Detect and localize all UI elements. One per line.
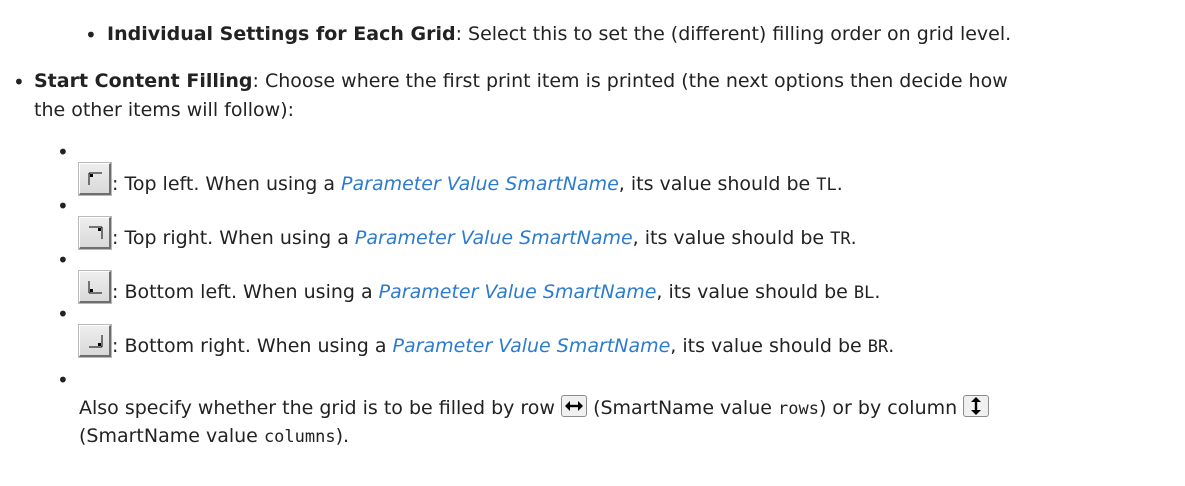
corner-mid: , its value should be: [670, 335, 868, 357]
horizontal-arrow-icon: [565, 401, 584, 411]
bullet: •: [57, 302, 69, 326]
individual-settings-item: Individual Settings for Each Grid: Selec…: [107, 22, 1011, 46]
corner-desc: : Bottom left. When using a: [112, 281, 379, 303]
parameter-value-smartname-link[interactable]: Parameter Value SmartName: [341, 173, 619, 195]
individual-settings-term: Individual Settings for Each Grid: [107, 23, 456, 45]
corner-value: BR: [867, 337, 889, 357]
fill-direction-text: Also specify whether the grid is to be f…: [79, 397, 555, 419]
start-content-filling-term: Start Content Filling: [34, 70, 253, 92]
corner-desc: : Bottom right. When using a: [112, 335, 393, 357]
bullet: •: [57, 248, 69, 272]
corner-option-top-right: : Top right. When using a Parameter Valu…: [112, 226, 857, 251]
fill-direction-item: Also specify whether the grid is to be f…: [79, 395, 990, 421]
corner-value: BL: [853, 283, 875, 303]
start-content-filling-desc-cont: the other items will follow):: [34, 99, 295, 121]
parameter-value-smartname-link[interactable]: Parameter Value SmartName: [393, 335, 671, 357]
parameter-value-smartname-link[interactable]: Parameter Value SmartName: [379, 281, 657, 303]
corner-end: .: [874, 281, 881, 303]
fill-direction-text: (SmartName value: [79, 425, 258, 447]
fill-by-column-button[interactable]: [963, 395, 990, 417]
individual-settings-desc: : Select this to set the (different) fil…: [455, 23, 1012, 45]
corner-option-bottom-left: : Bottom left. When using a Parameter Va…: [112, 280, 880, 305]
bottom-right-corner-icon: [89, 335, 103, 348]
bullet: •: [57, 368, 69, 392]
bullet: •: [57, 140, 69, 164]
corner-option-top-left: : Top left. When using a Parameter Value…: [112, 172, 843, 197]
fill-direction-text: ) or by column: [818, 397, 958, 419]
fill-by-row-button[interactable]: [561, 395, 588, 417]
bullet: •: [85, 23, 97, 47]
parameter-value-smartname-link[interactable]: Parameter Value SmartName: [355, 227, 633, 249]
vertical-arrow-icon: [971, 397, 982, 415]
corner-end: .: [850, 227, 857, 249]
corner-option-bottom-right: : Bottom right. When using a Parameter V…: [112, 334, 894, 359]
corner-value: TR: [830, 229, 851, 249]
bottom-right-corner-button[interactable]: [79, 325, 111, 357]
corner-mid: , its value should be: [656, 281, 854, 303]
bottom-left-corner-button[interactable]: [79, 271, 111, 303]
rows-value: rows: [778, 399, 819, 419]
bullet: •: [13, 70, 25, 94]
corner-desc: : Top left. When using a: [112, 173, 342, 195]
corner-value: TL: [816, 175, 837, 195]
top-left-corner-button[interactable]: [79, 163, 111, 195]
start-content-filling-desc: : Choose where the first print item is p…: [252, 70, 1008, 92]
corner-end: .: [888, 335, 895, 357]
corner-end: .: [836, 173, 843, 195]
fill-direction-text: ).: [335, 425, 350, 447]
bottom-left-corner-icon: [88, 281, 102, 294]
corner-mid: , its value should be: [618, 173, 817, 195]
start-content-filling-item: Start Content Filling: Choose where the …: [34, 69, 1008, 93]
fill-direction-text: (SmartName value: [593, 397, 772, 419]
columns-value: columns: [263, 427, 336, 447]
top-right-corner-icon: [89, 226, 103, 239]
corner-desc: : Top right. When using a: [112, 227, 355, 249]
fill-direction-item-cont: (SmartName value columns).: [79, 424, 349, 449]
bullet: •: [57, 194, 69, 218]
corner-mid: , its value should be: [632, 227, 831, 249]
top-left-corner-icon: [88, 172, 102, 185]
top-right-corner-button[interactable]: [79, 217, 111, 249]
